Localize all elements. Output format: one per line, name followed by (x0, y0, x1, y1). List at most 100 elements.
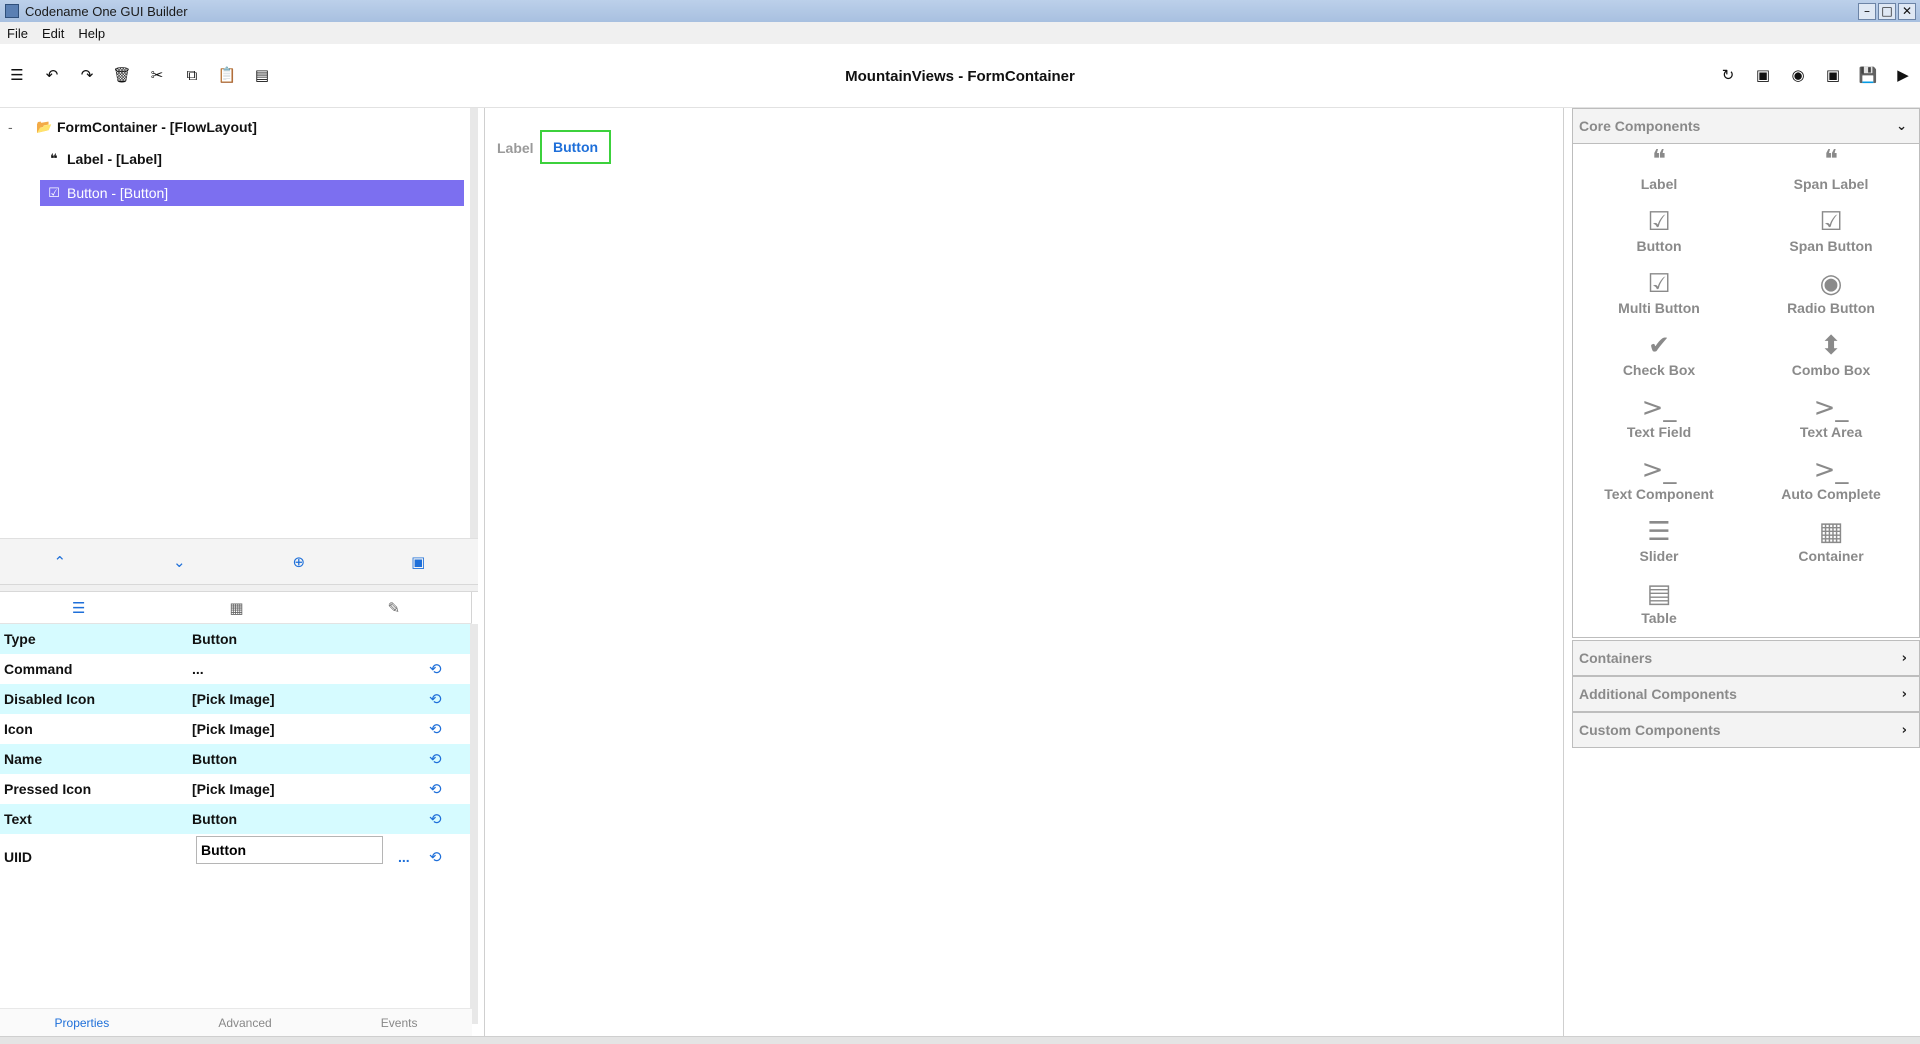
property-row-disabled-icon[interactable]: Disabled Icon [Pick Image] ⟲ (0, 684, 472, 714)
palette-item-slider[interactable]: ☰ Slider (1573, 516, 1745, 578)
radio-icon: ◉ (1819, 269, 1843, 299)
property-row-icon[interactable]: Icon [Pick Image] ⟲ (0, 714, 472, 744)
palette-item-text-area[interactable]: >_ Text Area (1745, 392, 1917, 454)
palette-item-combo-box[interactable]: ⬍ Combo Box (1745, 330, 1917, 392)
reset-history-icon[interactable]: ⟲ (429, 690, 442, 708)
tab-properties[interactable]: Properties (55, 1016, 110, 1030)
close-button[interactable]: ✕ (1898, 2, 1916, 20)
section-containers[interactable]: Containers › (1572, 640, 1920, 676)
uiid-browse-button[interactable]: ... (398, 849, 410, 865)
palette-item-check-box[interactable]: ✔ Check Box (1573, 330, 1745, 392)
property-row-command[interactable]: Command ... ⟲ (0, 654, 472, 684)
paint-icon[interactable]: ✎ (387, 599, 400, 617)
tree-node-button[interactable]: ☑ Button - [Button] (40, 180, 464, 206)
terminal-icon: >_ (1641, 393, 1677, 423)
property-value[interactable]: Button (192, 751, 237, 767)
property-name: Text (4, 811, 32, 827)
sort-icon: ⬍ (1820, 331, 1842, 361)
component-palette: Core Components ⌄ ❝ Label ❝ Span Label ☑ Bu… (1572, 108, 1920, 1036)
tab-events[interactable]: Events (381, 1016, 418, 1030)
reset-history-icon[interactable]: ⟲ (429, 810, 442, 828)
move-up-icon[interactable]: ⌃ (50, 553, 70, 571)
reset-history-icon[interactable]: ⟲ (429, 660, 442, 678)
menu-help[interactable]: Help (71, 26, 112, 41)
window-title: Codename One GUI Builder (25, 3, 188, 19)
property-value[interactable]: ... (192, 661, 204, 677)
minimize-button[interactable]: – (1858, 2, 1876, 20)
image-icon[interactable]: ▣ (1824, 66, 1842, 84)
property-value[interactable]: [Pick Image] (192, 691, 274, 707)
toolbar: ☰ ↶ ↷ 🗑 ✂ ⧉ 📋 ▤ MountainViews - FormCont… (0, 44, 1920, 108)
property-value[interactable]: [Pick Image] (192, 781, 274, 797)
tree-scrollbar[interactable] (470, 108, 478, 538)
palette-item-table[interactable]: ▤ Table (1573, 578, 1745, 640)
checkbox-icon: ☑ (48, 185, 60, 201)
palette-item-text: Text Component (1604, 486, 1714, 502)
reset-history-icon[interactable]: ⟲ (429, 720, 442, 738)
canvas-button-component[interactable]: Button (540, 130, 611, 164)
terminal-icon: >_ (1641, 455, 1677, 485)
palette-item-text: Span Label (1793, 176, 1869, 192)
save-icon[interactable]: 💾 (1859, 66, 1878, 84)
menu-file[interactable]: File (0, 26, 35, 41)
property-row-text[interactable]: Text Button ⟲ (0, 804, 472, 834)
tab-advanced[interactable]: Advanced (218, 1016, 271, 1030)
palette-item-text-component[interactable]: >_ Text Component (1573, 454, 1745, 516)
title-bar: Codename One GUI Builder – □ ✕ (0, 0, 1920, 22)
core-components-grid: ❝ Label ❝ Span Label ☑ Button ☑ Span Button … (1572, 144, 1920, 638)
reset-history-icon[interactable]: ⟲ (429, 750, 442, 768)
menu-edit[interactable]: Edit (35, 26, 71, 41)
refresh-icon[interactable]: ↻ (1719, 66, 1737, 84)
reset-history-icon[interactable]: ⟲ (429, 848, 442, 866)
maximize-button[interactable]: □ (1878, 2, 1896, 20)
play-icon[interactable]: ▶ (1894, 66, 1912, 84)
property-value: Button (192, 631, 238, 647)
uiid-input[interactable] (196, 836, 383, 864)
section-custom-components[interactable]: Custom Components › (1572, 712, 1920, 748)
property-name: Icon (4, 721, 33, 737)
tree-node-formcontainer[interactable]: - 📂 FormContainer - [FlowLayout] (8, 114, 257, 140)
property-row-type: Type Button (0, 624, 472, 654)
palette-item-label[interactable]: ❝ Label (1573, 144, 1745, 206)
palette-item-text: Text Area (1799, 424, 1863, 440)
canvas-label-component[interactable]: Label (497, 140, 534, 156)
tree-actions: ⌃ ⌄ ⊕ ▣ (0, 538, 478, 584)
move-down-icon[interactable]: ⌄ (169, 553, 189, 571)
section-additional-components[interactable]: Additional Components › (1572, 676, 1920, 712)
checkbox-icon: ☑ (1647, 269, 1671, 299)
tree-node-label[interactable]: ❝ Label - [Label] (46, 146, 162, 172)
archive-icon[interactable]: ▣ (408, 553, 428, 571)
section-core-components[interactable]: Core Components ⌄ (1572, 108, 1920, 144)
palette-item-container[interactable]: ▦ Container (1745, 516, 1917, 578)
palette-item-text: Span Button (1789, 238, 1873, 254)
list-icon[interactable]: ☰ (72, 599, 85, 617)
palette-item-button[interactable]: ☑ Button (1573, 206, 1745, 268)
property-value[interactable]: Button (192, 811, 237, 827)
app-icon (5, 4, 19, 18)
property-scrollbar[interactable] (470, 624, 478, 1024)
palette-item-radio-button[interactable]: ◉ Radio Button (1745, 268, 1917, 330)
property-row-uiid: UIID ... ⟲ (0, 834, 472, 880)
grid-icon[interactable]: ▦ (229, 599, 243, 617)
property-row-pressed-icon[interactable]: Pressed Icon [Pick Image] ⟲ (0, 774, 472, 804)
property-value[interactable]: [Pick Image] (192, 721, 274, 737)
palette-item-span-label[interactable]: ❝ Span Label (1745, 144, 1917, 206)
palette-item-text-field[interactable]: >_ Text Field (1573, 392, 1745, 454)
add-icon[interactable]: ⊕ (289, 553, 309, 571)
image-icon[interactable]: ▣ (1754, 66, 1772, 84)
section-title: Additional Components (1579, 686, 1737, 702)
chevron-right-icon: › (1901, 650, 1907, 666)
collapse-toggle[interactable]: - (8, 119, 20, 135)
form-title: MountainViews - FormContainer (845, 68, 1075, 85)
palette-item-span-button[interactable]: ☑ Span Button (1745, 206, 1917, 268)
property-name: Command (4, 661, 73, 677)
panel-splitter[interactable] (0, 584, 478, 592)
radio-icon[interactable]: ◉ (1789, 66, 1807, 84)
reset-history-icon[interactable]: ⟲ (429, 780, 442, 798)
palette-item-multi-button[interactable]: ☑ Multi Button (1573, 268, 1745, 330)
property-sheet: Type Button Command ... ⟲ Disabled Icon … (0, 624, 472, 880)
terminal-icon: >_ (1813, 393, 1849, 423)
design-canvas[interactable]: Label Button (484, 108, 1564, 1036)
palette-item-auto-complete[interactable]: >_ Auto Complete (1745, 454, 1917, 516)
property-row-name[interactable]: Name Button ⟲ (0, 744, 472, 774)
